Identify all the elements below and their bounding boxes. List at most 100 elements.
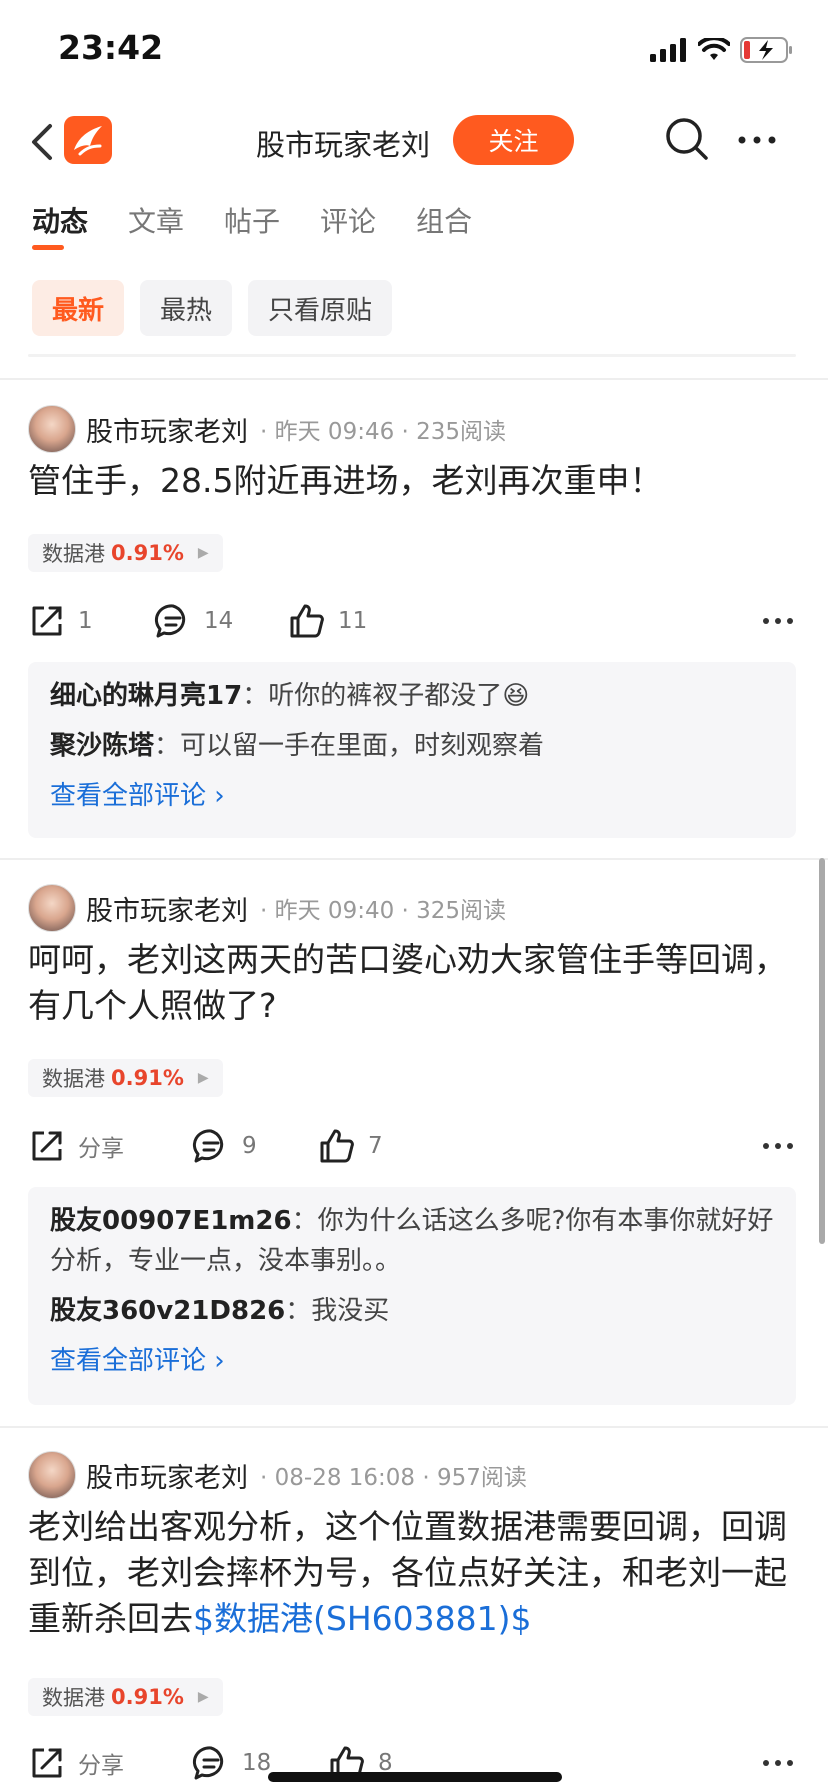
like-button[interactable]: 7 (318, 1123, 383, 1169)
comment-item[interactable]: 细心的琳月亮17：听你的裤衩子都没了😆 (50, 676, 774, 716)
tab-bar: 动态 文章 帖子 评论 组合 (32, 200, 472, 250)
more-button[interactable] (732, 114, 782, 164)
more-dots-icon (763, 618, 793, 624)
comment-separator: ： (154, 731, 181, 761)
more-dots-icon (763, 1143, 793, 1149)
author-name[interactable]: 股市玩家老刘 (86, 889, 248, 928)
filter-hot[interactable]: 最热 (140, 280, 233, 336)
post-more-button[interactable] (760, 1740, 796, 1786)
play-arrow-icon: ▶ (197, 1689, 209, 1705)
tab-comments[interactable]: 评论 (320, 200, 376, 240)
stock-name: 数据港 (42, 1067, 105, 1091)
stock-change: 0.91% (111, 1066, 184, 1090)
tab-activity[interactable]: 动态 (32, 200, 88, 250)
divider (0, 1426, 828, 1428)
comment-icon (192, 1129, 224, 1163)
wifi-icon (698, 38, 730, 60)
share-icon (32, 1131, 62, 1161)
more-dots-icon (763, 1760, 793, 1766)
stock-name: 数据港 (42, 1686, 105, 1710)
page-title: 股市玩家老刘 (256, 128, 431, 162)
filter-original-only[interactable]: 只看原贴 (248, 280, 393, 336)
home-indicator[interactable] (268, 1772, 562, 1782)
share-label: 分享 (78, 1753, 124, 1779)
tab-portfolio[interactable]: 组合 (416, 200, 472, 240)
comment-preview: 细心的琳月亮17：听你的裤衩子都没了😆 聚沙陈塔：可以留一手在里面，时刻观察着 … (28, 662, 796, 838)
nav-header: 股市玩家老刘 关注 (0, 100, 828, 184)
divider (28, 354, 796, 357)
search-button[interactable] (662, 114, 712, 164)
post-more-button[interactable] (760, 1123, 796, 1169)
author-name[interactable]: 股市玩家老刘 (86, 1456, 248, 1495)
divider (0, 858, 828, 860)
comment-icon (192, 1746, 224, 1780)
view-all-comments-link[interactable]: 查看全部评论 › (50, 1341, 774, 1381)
stock-name: 数据港 (42, 542, 105, 566)
avatar[interactable] (28, 884, 76, 932)
stock-tag[interactable]: 数据港 0.91% ▶ (28, 1678, 223, 1716)
share-button[interactable]: 分享 (28, 1123, 124, 1169)
filter-latest[interactable]: 最新 (32, 280, 125, 336)
filter-bar: 最新 最热 只看原贴 (32, 280, 393, 336)
like-count: 11 (338, 608, 368, 634)
comment-item[interactable]: 股友360v21D826：我没买 (50, 1291, 774, 1331)
post-header: 股市玩家老刘 · 08-28 16:08 · 957阅读 (28, 1450, 527, 1500)
comment-button[interactable]: 18 (192, 1740, 271, 1786)
follow-button[interactable]: 关注 (453, 115, 574, 165)
comment-button[interactable]: 9 (192, 1123, 257, 1169)
post-text[interactable]: 呵呵，老刘这两天的苦口婆心劝大家管住手等回调，有几个人照做了? (28, 937, 788, 1029)
back-button[interactable] (22, 118, 62, 166)
post-meta: · 昨天 09:46 · 235阅读 (260, 419, 507, 445)
thumbs-up-icon (290, 604, 324, 638)
play-arrow-icon: ▶ (197, 1070, 209, 1086)
post-text[interactable]: 老刘给出客观分析，这个位置数据港需要回调，回调到位，老刘会摔杯为号，各位点好关注… (28, 1504, 788, 1642)
like-button[interactable]: 11 (288, 598, 367, 644)
comment-count: 18 (242, 1750, 272, 1776)
chevron-left-icon (32, 124, 52, 160)
comment-user[interactable]: 聚沙陈塔 (50, 731, 154, 761)
post-more-button[interactable] (760, 598, 796, 644)
stock-tag[interactable]: 数据港 0.91% ▶ (28, 1059, 223, 1097)
share-label: 分享 (78, 1136, 124, 1162)
comment-item[interactable]: 聚沙陈塔：可以留一手在里面，时刻观察着 (50, 726, 774, 766)
comment-text: 我没买 (311, 1296, 390, 1326)
signal-icon (650, 38, 686, 62)
thumbs-up-icon (320, 1129, 354, 1163)
stock-tag[interactable]: 数据港 0.91% ▶ (28, 534, 223, 572)
stock-change: 0.91% (111, 541, 184, 565)
comment-separator: ： (242, 681, 269, 711)
comment-user[interactable]: 股友00907E1m26 (50, 1206, 292, 1236)
view-all-comments-link[interactable]: 查看全部评论 › (50, 776, 774, 816)
avatar[interactable] (28, 1451, 76, 1499)
share-button[interactable]: 1 (28, 598, 93, 644)
post-meta: · 昨天 09:40 · 325阅读 (260, 898, 507, 924)
post-text[interactable]: 管住手，28.5附近再进场，老刘再次重申！ (28, 458, 788, 504)
like-count: 7 (368, 1133, 383, 1159)
tab-posts[interactable]: 帖子 (224, 200, 280, 240)
comment-user[interactable]: 细心的琳月亮17 (50, 681, 242, 711)
post-meta: · 08-28 16:08 · 957阅读 (260, 1465, 527, 1491)
comment-button[interactable]: 14 (154, 598, 233, 644)
status-icons (650, 34, 794, 66)
comment-count: 9 (242, 1133, 257, 1159)
comment-separator: ： (291, 1206, 318, 1236)
scrollbar[interactable] (819, 858, 825, 1244)
post-header: 股市玩家老刘 · 昨天 09:46 · 235阅读 (28, 404, 506, 454)
author-name[interactable]: 股市玩家老刘 (86, 410, 248, 449)
share-icon (32, 1748, 62, 1778)
share-icon (32, 606, 62, 636)
app-logo (64, 116, 112, 164)
comment-count: 14 (204, 608, 234, 634)
avatar[interactable] (28, 405, 76, 453)
tab-articles[interactable]: 文章 (128, 200, 184, 240)
comment-preview: 股友00907E1m26：你为什么话这么多呢?你有本事你就好好分析，专业一点，没… (28, 1187, 796, 1405)
search-icon (666, 118, 708, 160)
comment-item[interactable]: 股友00907E1m26：你为什么话这么多呢?你有本事你就好好分析，专业一点，没… (50, 1201, 774, 1281)
battery-icon (740, 37, 792, 63)
share-button[interactable]: 分享 (28, 1740, 124, 1786)
comment-user[interactable]: 股友360v21D826 (50, 1296, 285, 1326)
share-count: 1 (78, 608, 93, 634)
comment-text: 可以留一手在里面，时刻观察着 (180, 731, 545, 761)
stock-link[interactable]: $数据港(SH603881)$ (193, 1599, 531, 1638)
status-time: 23:42 (58, 28, 164, 67)
